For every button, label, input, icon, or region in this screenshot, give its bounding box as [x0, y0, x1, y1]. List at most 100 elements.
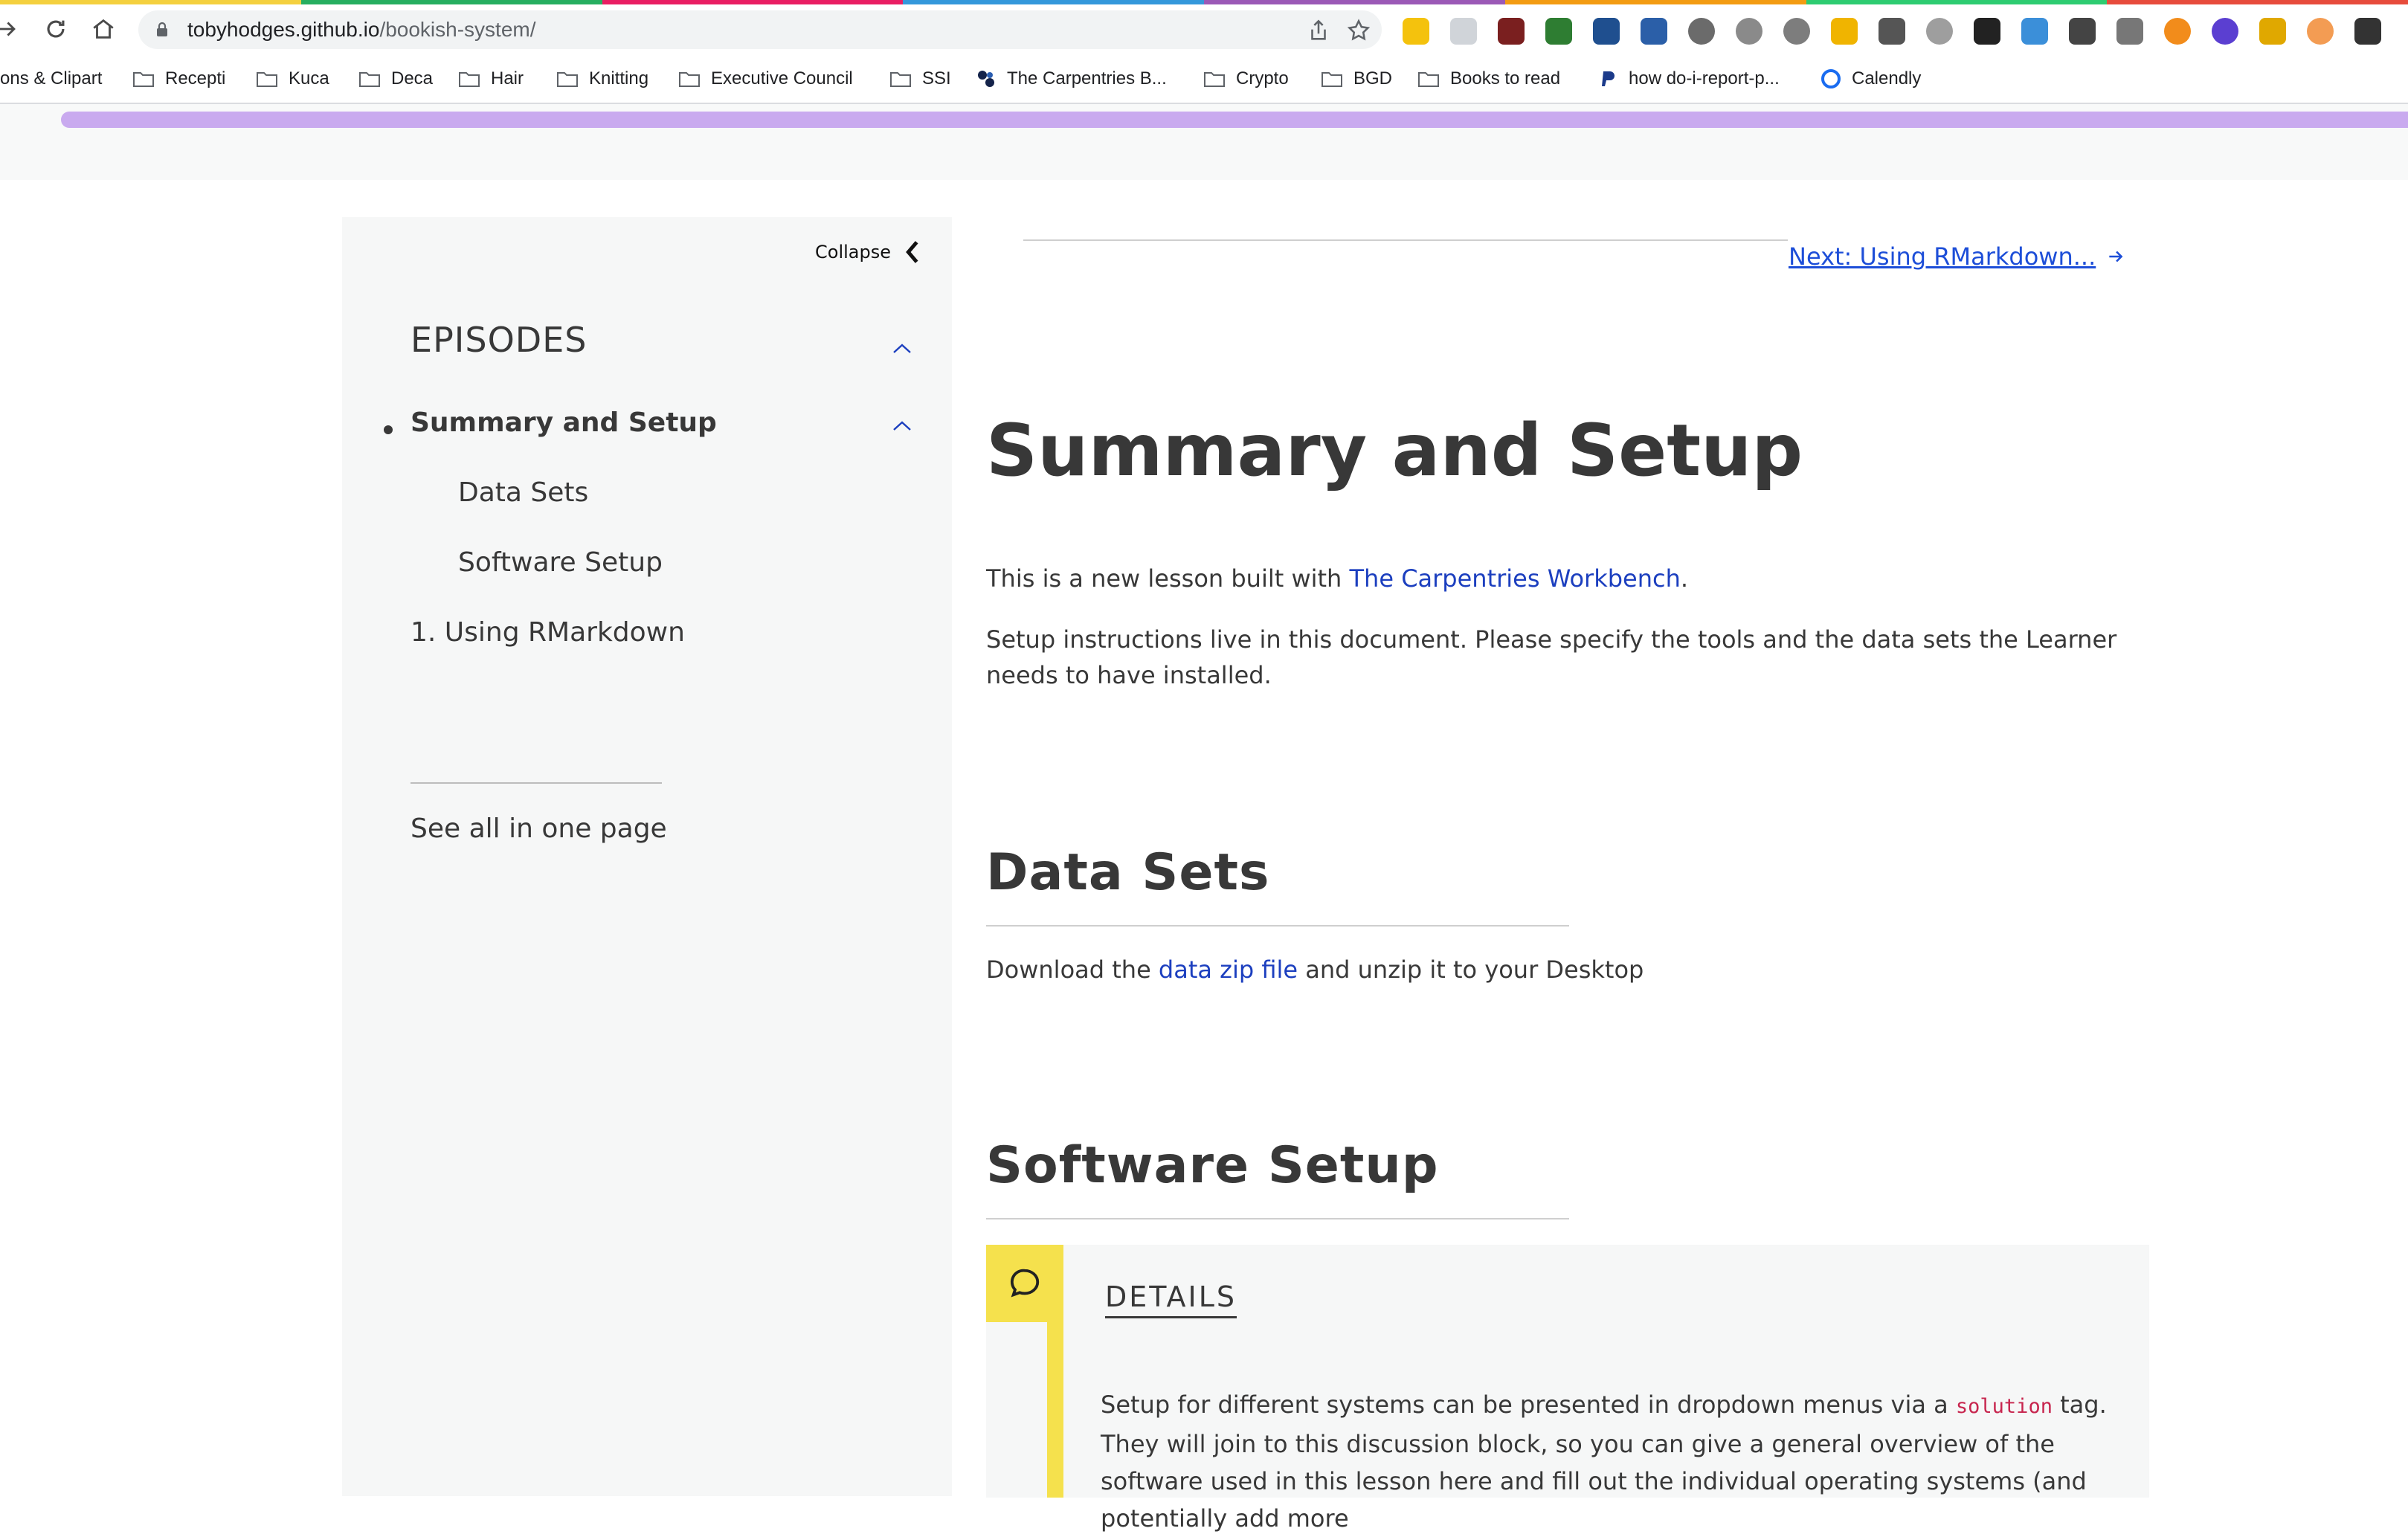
data-sets-heading: Data Sets — [986, 843, 1270, 902]
face-ext-icon[interactable] — [2212, 18, 2238, 45]
news-ext-icon[interactable] — [1641, 18, 1667, 45]
ae-ext-icon[interactable] — [1593, 18, 1620, 45]
forward-icon[interactable] — [0, 12, 24, 46]
bookmark-item[interactable]: Executive Council — [678, 55, 853, 103]
inline-code: solution — [1955, 1395, 2053, 1418]
sidebar-item-data-sets[interactable]: Data Sets — [458, 477, 588, 508]
sidebar-item-software-setup[interactable]: Software Setup — [458, 547, 663, 578]
details-callout: DETAILS Setup for different systems can … — [986, 1245, 2149, 1533]
reading-progress-bar — [61, 112, 2408, 128]
bookmark-label: Knitting — [589, 68, 649, 88]
bookmarks-bar: ons & Clipart Recepti Kuca Deca Hair Knitting… — [0, 55, 2408, 104]
bookmark-item[interactable]: Calendly — [1821, 55, 1921, 103]
drive-ext-icon[interactable] — [1974, 18, 2000, 45]
carpentries-icon — [978, 71, 994, 87]
bookmark-star-icon[interactable] — [1346, 18, 1371, 43]
bookmark-item[interactable]: ons & Clipart — [0, 55, 102, 103]
chevron-up-icon[interactable] — [891, 419, 913, 433]
bookmark-label: Executive Council — [711, 68, 853, 88]
puzzle-icon[interactable] — [2354, 18, 2381, 45]
collapse-button[interactable]: Collapse — [815, 239, 922, 265]
p-ext-icon[interactable] — [2164, 18, 2191, 45]
collapse-label: Collapse — [815, 242, 891, 262]
signal-ext-icon[interactable] — [2307, 18, 2334, 45]
bookmark-label: how do-i-report-p... — [1629, 68, 1780, 88]
magnifier-ext-icon[interactable] — [1879, 18, 1905, 45]
gear-ext-icon[interactable] — [1736, 18, 1762, 45]
setup-paragraph: Setup instructions live in this document… — [986, 625, 2117, 689]
page-title: Summary and Setup — [986, 409, 1803, 492]
dropper-ext-icon[interactable] — [1498, 18, 1525, 45]
folder-icon — [133, 72, 154, 87]
sidebar-item-summary[interactable]: Summary and Setup — [411, 407, 717, 438]
page-header-band — [0, 104, 2408, 180]
url-text: tobyhodges.github.io/bookish-system/ — [187, 18, 536, 41]
target-ext-icon[interactable] — [1688, 18, 1715, 45]
folder-icon — [1418, 72, 1439, 87]
plant-ext-icon[interactable] — [1545, 18, 1572, 45]
skype-ext-icon[interactable] — [1783, 18, 1810, 45]
pinwheel-ext-icon[interactable] — [1831, 18, 1858, 45]
bookmark-item[interactable]: Hair — [458, 55, 524, 103]
circle-ext-icon[interactable] — [1926, 18, 1953, 45]
bookmark-label: Kuca — [289, 68, 329, 88]
address-bar[interactable]: tobyhodges.github.io/bookish-system/ — [138, 10, 1382, 49]
next-episode-link[interactable]: Next: Using RMarkdown... — [1789, 242, 2125, 271]
bookmark-item[interactable]: SSI — [889, 55, 951, 103]
calendly-icon — [1821, 69, 1841, 88]
sidebar-divider — [411, 782, 662, 784]
window-ext-icon[interactable] — [2021, 18, 2048, 45]
reload-icon[interactable] — [39, 12, 73, 46]
folder-icon — [890, 72, 911, 87]
bookmark-label: The Carpentries B... — [1007, 68, 1167, 88]
bookmark-item[interactable]: Books to read — [1417, 55, 1560, 103]
bookmark-label: BGD — [1353, 68, 1393, 88]
heading-rule — [986, 1218, 1569, 1219]
bookmark-item[interactable]: Knitting — [556, 55, 648, 103]
lock-icon — [157, 22, 167, 36]
cloud-ext-icon[interactable] — [1450, 18, 1477, 45]
share-icon[interactable] — [1306, 18, 1331, 43]
chevron-up-icon[interactable] — [891, 342, 913, 355]
key-ext-icon[interactable] — [2259, 18, 2286, 45]
browser-toolbar: tobyhodges.github.io/bookish-system/ — [0, 4, 2408, 55]
data-zip-link[interactable]: data zip file — [1159, 956, 1298, 984]
bookmark-item[interactable]: The Carpentries B... — [976, 55, 1167, 103]
folder-icon — [257, 72, 277, 87]
folder-icon — [1204, 72, 1225, 87]
current-bullet — [384, 425, 393, 434]
bookmark-item[interactable]: BGD — [1321, 55, 1392, 103]
bookmark-item[interactable]: Recepti — [132, 55, 225, 103]
sidebar: Collapse EPISODES Summary and Setup Data… — [342, 217, 952, 1496]
folder-icon — [359, 72, 380, 87]
folder-icon — [459, 72, 480, 87]
bookmark-item[interactable]: Crypto — [1203, 55, 1289, 103]
see-all-link[interactable]: See all in one page — [411, 813, 667, 844]
bookmark-label: ons & Clipart — [0, 68, 103, 88]
bookmark-label: Calendly — [1852, 68, 1922, 88]
nav-divider — [1023, 239, 1788, 241]
arc-ext-icon[interactable] — [2116, 18, 2143, 45]
bookmark-label: Hair — [491, 68, 524, 88]
list-ext-icon[interactable] — [2069, 18, 2096, 45]
web-page: Collapse EPISODES Summary and Setup Data… — [0, 104, 2408, 1533]
bookmark-label: Books to read — [1450, 68, 1561, 88]
episodes-heading: EPISODES — [411, 320, 587, 360]
speech-bubble-icon — [986, 1245, 1063, 1322]
folder-icon — [557, 72, 578, 87]
bookmark-label: Deca — [391, 68, 434, 88]
callout-text: Setup for different systems can be prese… — [1101, 1391, 2107, 1533]
arrow-right-icon — [2109, 251, 2123, 262]
sidebar-item-using-rmarkdown[interactable]: 1. Using RMarkdown — [411, 617, 685, 648]
workbench-link[interactable]: The Carpentries Workbench — [1350, 564, 1681, 593]
bookmark-item[interactable]: Deca — [358, 55, 433, 103]
folder-icon — [1321, 72, 1342, 87]
home-icon[interactable] — [86, 12, 120, 46]
folder-icon — [679, 72, 700, 87]
chevron-left-icon — [906, 241, 918, 263]
software-setup-heading: Software Setup — [986, 1136, 1439, 1195]
bookmark-item[interactable]: Kuca — [256, 55, 329, 103]
callout-title: DETAILS — [1105, 1280, 1237, 1318]
bookmark-item[interactable]: how do-i-report-p... — [1597, 55, 1780, 103]
notes-ext-icon[interactable] — [1403, 18, 1429, 45]
